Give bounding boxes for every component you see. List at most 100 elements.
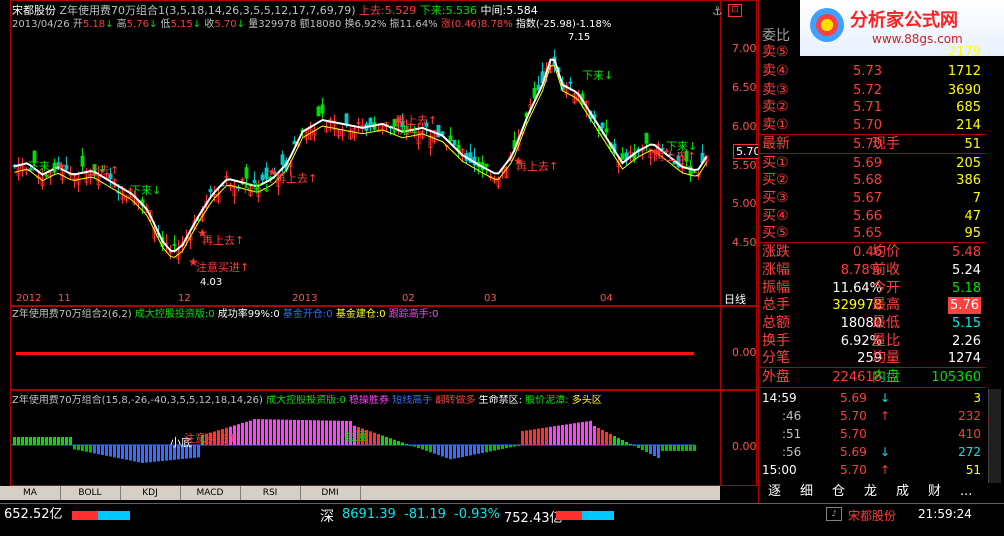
histogram-bar	[193, 445, 196, 458]
y-tick-5-5: 5.50	[732, 159, 757, 172]
tab-ma[interactable]: MA	[0, 486, 61, 500]
right-tab-cai[interactable]: 财	[928, 484, 941, 500]
mid-value: 5.584	[506, 4, 538, 17]
histogram-bar	[529, 429, 532, 445]
panel2-y-tick: 0.00	[732, 346, 757, 359]
index-value: (-25.98)-1.18%	[535, 19, 612, 30]
histogram-bar	[261, 419, 264, 445]
right-tab-more[interactable]: ...	[960, 484, 972, 500]
axis-mode[interactable]: 日线	[724, 293, 746, 306]
histogram-bar	[13, 437, 16, 445]
histogram-bar	[49, 437, 52, 445]
sell-row-5[interactable]: 卖⑤ 2179	[760, 44, 985, 61]
sell-row-1[interactable]: 卖① 5.70 214	[760, 117, 985, 134]
anchor-icon[interactable]: ⚓	[712, 4, 723, 18]
down-value: 5.536	[445, 4, 477, 17]
sell-row-3[interactable]: 卖③ 5.72 3690	[760, 82, 985, 99]
histogram-bar	[477, 445, 480, 454]
histogram-bar	[197, 445, 200, 458]
histogram-bar	[549, 426, 552, 445]
buy-row-4[interactable]: 买④ 5.66 47	[760, 208, 985, 225]
buy-row-1[interactable]: 买① 5.69 205	[760, 155, 985, 172]
tab-kdj[interactable]: KDJ	[120, 486, 181, 500]
histogram-bar	[121, 445, 124, 459]
quote-divider	[760, 134, 985, 135]
tab-dmi[interactable]: DMI	[300, 486, 361, 500]
histogram-bar	[685, 445, 688, 451]
tab-macd[interactable]: MACD	[180, 486, 241, 500]
candle	[336, 128, 341, 140]
buy-row-5[interactable]: 买⑤ 5.65 95	[760, 225, 985, 242]
histogram-bar	[677, 445, 680, 451]
buy-row-2[interactable]: 买② 5.68 386	[760, 172, 985, 189]
histogram-bar	[541, 428, 544, 445]
histogram-bar	[445, 445, 448, 458]
right-tab-long[interactable]: 龙	[864, 484, 877, 500]
histogram-bar	[145, 445, 148, 463]
up-value: 5.529	[384, 4, 417, 17]
stat-row: 分笔 259 均量 1274	[762, 350, 981, 366]
histogram-bar	[17, 437, 20, 445]
histogram-bar	[237, 424, 240, 445]
tab-rsi[interactable]: RSI	[240, 486, 301, 500]
right-tab-zhu[interactable]: 逐	[768, 484, 781, 500]
histogram-bar	[257, 419, 260, 445]
status-index: 8691.39	[342, 507, 396, 522]
histogram-bar	[573, 423, 576, 445]
annotation: 注意买进↑	[196, 261, 250, 274]
candle	[48, 171, 53, 185]
mid-label: 中间:	[480, 4, 507, 17]
candle	[316, 105, 321, 117]
ticks-scrollbar[interactable]	[988, 389, 1001, 483]
y-tick-6: 6.00	[732, 120, 757, 133]
histogram-bar	[85, 445, 88, 452]
candle	[536, 75, 541, 91]
histogram-bar	[669, 445, 672, 451]
histogram-bar	[565, 424, 568, 445]
sound-icon[interactable]: ♪	[826, 507, 842, 521]
histogram-bar	[609, 434, 612, 445]
status-left-value: 652.52亿	[4, 507, 63, 522]
histogram-bar	[521, 431, 524, 445]
panel3-annotation: 逃顶	[344, 430, 366, 443]
histogram-bar	[89, 445, 92, 453]
status-market: 深	[320, 509, 334, 525]
histogram-bar	[133, 445, 136, 462]
histogram-bar	[597, 428, 600, 445]
status-pct: -0.93%	[454, 507, 500, 522]
sell-row-2[interactable]: 卖② 5.71 685	[760, 99, 985, 116]
high-mark-label: 7.15	[568, 32, 591, 43]
right-tab-cheng[interactable]: 成	[896, 484, 909, 500]
stat-row: 涨跌 0.46 均价 5.48	[762, 244, 981, 260]
candle	[312, 126, 317, 142]
y-tick-5: 5.00	[732, 197, 757, 210]
histogram-bar	[77, 445, 80, 451]
status-bar: 652.52亿 深 8691.39 -81.19 -0.93% 752.43亿 …	[0, 503, 1004, 536]
histogram-bar	[273, 419, 276, 445]
right-tab-xi[interactable]: 细	[800, 484, 813, 500]
pin-icon[interactable]: ⊡	[728, 4, 742, 17]
candle	[628, 145, 633, 162]
right-tab-cang[interactable]: 仓	[832, 484, 845, 500]
histogram-bar	[441, 445, 444, 457]
amp-value: 11.64%	[399, 19, 438, 30]
panel3-histogram[interactable]	[11, 405, 719, 485]
weibi-label: 委比	[762, 28, 790, 44]
histogram-bar	[289, 419, 292, 445]
candle	[364, 121, 369, 137]
close-value: 5.70	[214, 19, 237, 30]
histogram-bar	[297, 419, 300, 445]
histogram-bar	[65, 437, 68, 445]
sell-row-4[interactable]: 卖④ 5.73 1712	[760, 63, 985, 80]
stat-row: 换手 6.92% 量比 2.26	[762, 333, 981, 349]
histogram-bar	[281, 419, 284, 445]
annotation: 下来↓	[28, 160, 60, 173]
candle	[356, 117, 361, 132]
histogram-bar	[409, 445, 412, 446]
buy-row-3[interactable]: 买③ 5.67 7	[760, 190, 985, 207]
histogram-bar	[433, 445, 436, 454]
tab-boll[interactable]: BOLL	[60, 486, 121, 500]
histogram-bar	[473, 445, 476, 455]
histogram-bar	[305, 420, 308, 445]
histogram-bar	[29, 437, 32, 445]
